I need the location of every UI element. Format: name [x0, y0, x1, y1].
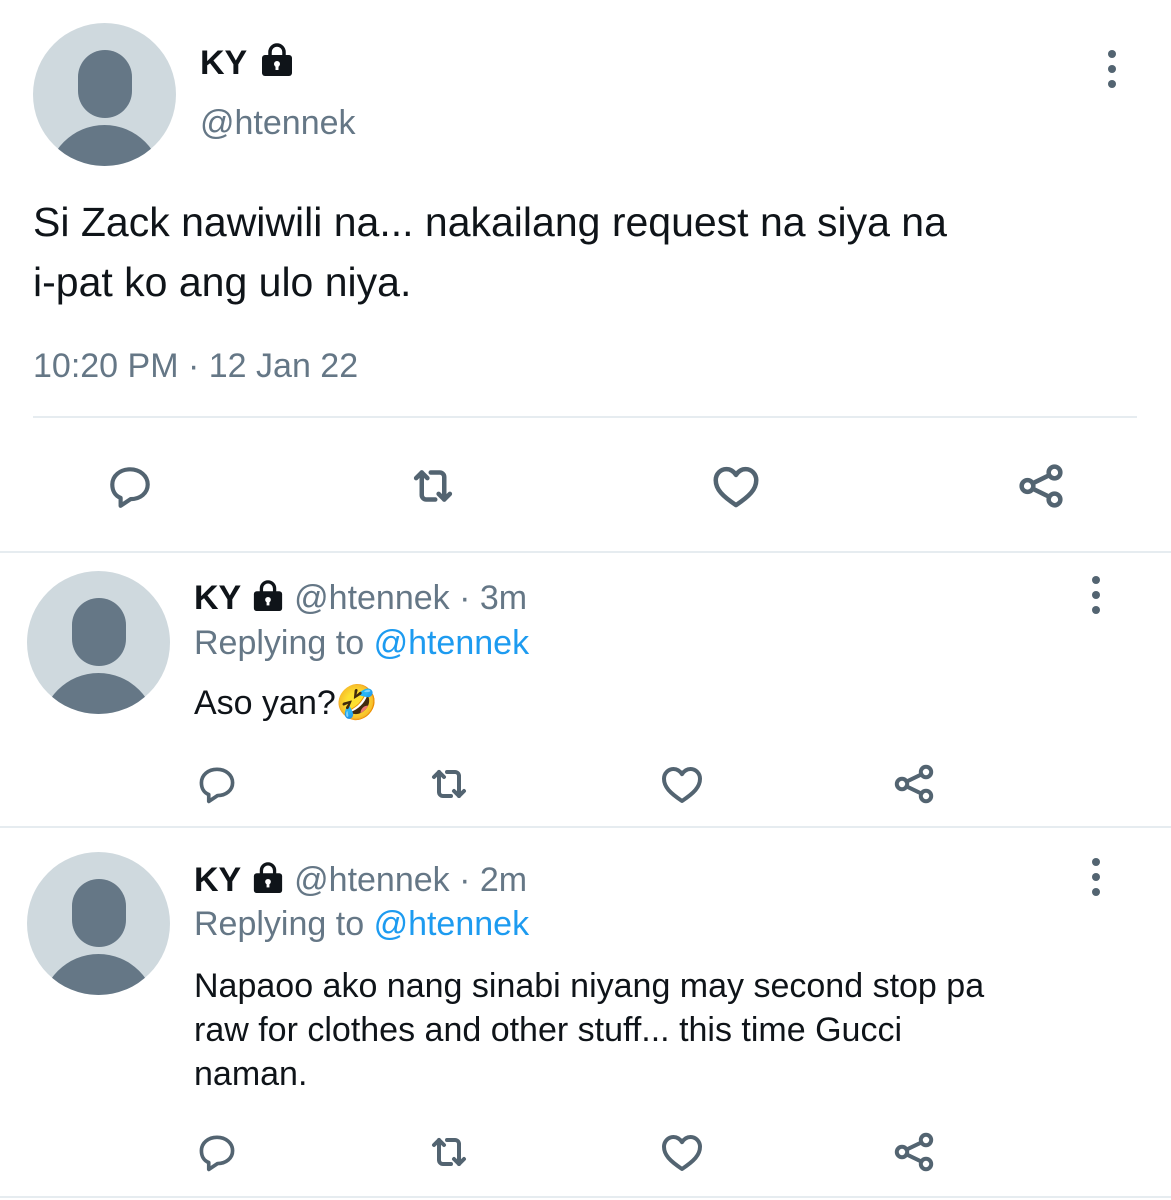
- replying-to: Replying to @htennek: [194, 624, 530, 662]
- reply-age[interactable]: 2m: [480, 861, 527, 899]
- display-name[interactable]: KY: [194, 861, 241, 899]
- lock-icon: [261, 43, 292, 77]
- reply-icon[interactable]: [192, 759, 242, 809]
- lock-icon: [253, 580, 282, 612]
- reply-age[interactable]: 3m: [480, 579, 527, 617]
- handle[interactable]: @htennek: [294, 861, 450, 899]
- divider: [33, 416, 1137, 418]
- separator: ·: [459, 579, 471, 617]
- tweet-time[interactable]: 10:20 PM: [33, 347, 179, 385]
- separator: ·: [459, 861, 471, 899]
- retweet-icon[interactable]: [424, 759, 474, 809]
- reply-icon[interactable]: [192, 1127, 242, 1177]
- tweet-text: Napaoo ako nang sinabi niyang may second…: [194, 967, 985, 1093]
- share-icon[interactable]: [889, 759, 939, 809]
- tweet-text: Si Zack nawiwili na... nakailang request…: [33, 199, 947, 305]
- like-icon[interactable]: [706, 456, 766, 516]
- replying-to: Replying to @htennek: [194, 905, 530, 943]
- display-name[interactable]: KY: [194, 579, 241, 617]
- mention-link[interactable]: @htennek: [374, 624, 530, 662]
- more-icon[interactable]: [1081, 855, 1111, 899]
- lock-icon: [253, 862, 282, 894]
- display-name[interactable]: KY: [200, 44, 247, 82]
- share-icon[interactable]: [1011, 456, 1071, 516]
- retweet-icon[interactable]: [424, 1127, 474, 1177]
- divider: [0, 551, 1171, 553]
- mention-link[interactable]: @htennek: [374, 905, 530, 943]
- share-icon[interactable]: [889, 1127, 939, 1177]
- like-icon[interactable]: [657, 1127, 707, 1177]
- more-icon[interactable]: [1097, 47, 1127, 91]
- more-icon[interactable]: [1081, 573, 1111, 617]
- tweet-text: Aso yan?🤣: [194, 684, 379, 722]
- separator: ·: [187, 347, 200, 385]
- avatar[interactable]: [33, 23, 176, 166]
- like-icon[interactable]: [657, 759, 707, 809]
- rofl-emoji: 🤣: [335, 684, 379, 722]
- retweet-icon[interactable]: [403, 456, 463, 516]
- avatar[interactable]: [27, 571, 170, 714]
- timestamp: 10:20 PM · 12 Jan 22: [33, 344, 358, 388]
- avatar[interactable]: [27, 852, 170, 995]
- tweet-date[interactable]: 12 Jan 22: [209, 347, 358, 385]
- divider: [0, 826, 1171, 828]
- handle[interactable]: @htennek: [200, 101, 356, 145]
- handle[interactable]: @htennek: [294, 579, 450, 617]
- reply-icon[interactable]: [100, 456, 160, 516]
- divider: [0, 1196, 1171, 1198]
